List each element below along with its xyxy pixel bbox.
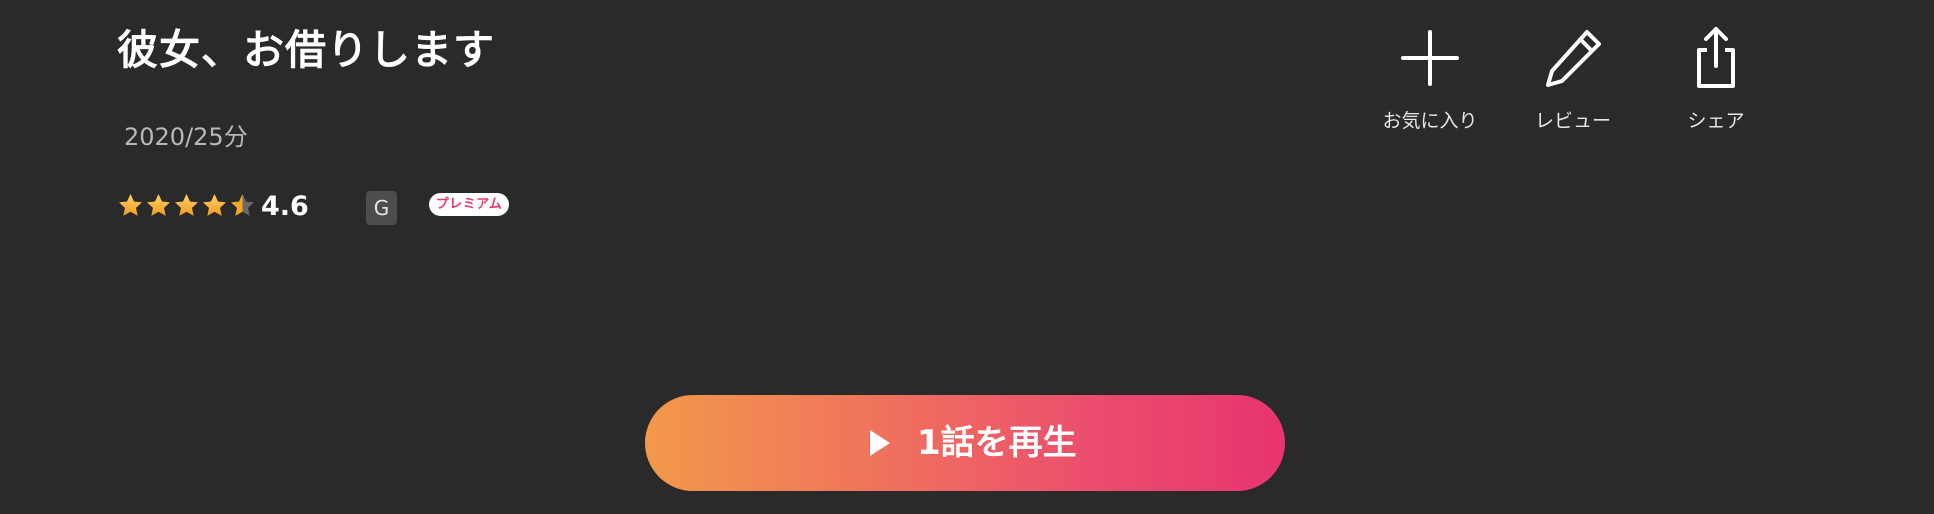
rating-value: 4.6 [261,191,309,222]
star-full-icon [147,194,170,216]
star-full-icon [175,194,198,216]
share-icon [1697,27,1735,88]
rating-row: 4.6 G プレミアム [117,188,537,228]
share-button[interactable]: シェア [1656,22,1776,142]
star-full-icon [119,194,142,216]
play-button-label: 1話を再生 [917,423,1077,463]
star-full-icon [203,194,226,216]
play-icon [870,430,890,456]
plus-icon [1401,30,1459,86]
review-button[interactable]: レビュー [1513,22,1633,142]
action-bar: お気に入り レビュー シェア [1370,22,1770,142]
page-title: 彼女、お借りします [117,26,495,74]
star-rating [117,192,257,222]
play-episode-button[interactable]: 1話を再生 [645,395,1285,491]
star-half-icon [231,194,254,216]
pencil-icon [1546,30,1601,87]
favorite-button[interactable]: お気に入り [1370,22,1490,142]
premium-badge: プレミアム [429,193,509,216]
release-info: 2020/25分 [124,123,248,151]
share-label: シェア [1687,110,1745,132]
review-label: レビュー [1534,110,1611,132]
favorite-label: お気に入り [1382,110,1478,132]
age-rating-badge: G [366,191,397,225]
